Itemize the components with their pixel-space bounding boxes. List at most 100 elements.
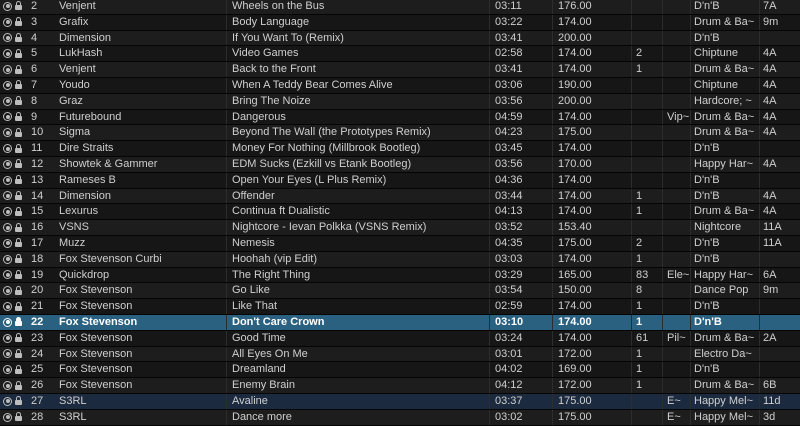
play-state-icon[interactable] bbox=[3, 1, 12, 11]
track-artist: Venjent bbox=[55, 62, 227, 77]
play-state-icon[interactable] bbox=[3, 33, 12, 43]
track-rating: 1 bbox=[632, 314, 663, 330]
track-key: 2A bbox=[763, 331, 777, 344]
track-key bbox=[760, 252, 800, 267]
play-state-icon[interactable] bbox=[3, 207, 12, 217]
track-row[interactable]: 8 Graz Bring The Noize 03:56 200.00 Hardcore;… bbox=[0, 93, 800, 110]
track-genre: Drum & Ba~ bbox=[691, 109, 760, 125]
track-status-cell bbox=[0, 46, 28, 61]
lock-icon bbox=[15, 317, 22, 327]
track-row[interactable]: 5 LukHash Video Games 02:58 174.00 2 Chiptune 4… bbox=[0, 46, 800, 63]
lock-icon bbox=[15, 348, 22, 358]
track-key: 9m bbox=[763, 284, 779, 297]
track-row[interactable]: 12 Showtek & Gammer EDM Sucks (Ezkill vs E… bbox=[0, 156, 800, 173]
track-status-icons bbox=[3, 31, 22, 46]
play-state-icon[interactable] bbox=[3, 17, 12, 27]
track-row[interactable]: 2 Venjent Wheels on the Bus 03:11 176.00 D'n'… bbox=[0, 0, 800, 15]
play-state-icon[interactable] bbox=[3, 270, 12, 280]
track-row[interactable]: 11 Dire Straits Money For Nothing (Millbro… bbox=[0, 141, 800, 157]
track-comment bbox=[663, 93, 691, 109]
track-artist: Venjent bbox=[55, 0, 227, 14]
track-status-icons bbox=[3, 157, 22, 172]
track-number: 11 bbox=[31, 142, 43, 155]
track-genre: D'n'B bbox=[691, 0, 760, 14]
play-state-icon[interactable] bbox=[3, 286, 12, 296]
track-number: 8 bbox=[31, 94, 38, 107]
track-number: 21 bbox=[31, 300, 44, 313]
track-row[interactable]: 3 Grafix Body Language 03:22 174.00 Drum & Ba… bbox=[0, 14, 800, 31]
track-row[interactable]: 18 Fox Stevenson Curbi Hoohah (vip Edit) 03… bbox=[0, 251, 800, 268]
track-row[interactable]: 6 Venjent Back to the Front 03:41 174.00 1 Dru… bbox=[0, 62, 800, 78]
lock-icon bbox=[15, 380, 22, 390]
play-state-icon[interactable] bbox=[3, 191, 12, 201]
track-row[interactable]: 4 Dimension If You Want To (Remix) 03:41 200… bbox=[0, 30, 800, 47]
track-row[interactable]: 16 VSNS Nightcore - Ievan Polkka (VSNS Rem… bbox=[0, 220, 800, 236]
track-length: 03:37 bbox=[490, 393, 553, 409]
track-row[interactable]: 19 Quickdrop The Right Thing 03:29 165.00 83 E… bbox=[0, 267, 800, 284]
track-title: Beyond The Wall (the Prototypes Remix) bbox=[227, 125, 490, 141]
play-state-icon[interactable] bbox=[3, 175, 12, 185]
track-row[interactable]: 13 Rameses B Open Your Eyes (L Plus Remix)… bbox=[0, 172, 800, 189]
play-state-icon[interactable] bbox=[3, 317, 12, 327]
play-state-icon[interactable] bbox=[3, 396, 12, 406]
play-state-icon[interactable] bbox=[3, 49, 12, 59]
track-rating bbox=[632, 125, 663, 141]
track-comment bbox=[663, 283, 691, 299]
track-rating: 1 bbox=[632, 251, 663, 267]
track-status-cell bbox=[0, 299, 28, 314]
track-status-cell bbox=[0, 268, 28, 283]
play-state-icon[interactable] bbox=[3, 128, 12, 138]
play-state-icon[interactable] bbox=[3, 96, 12, 106]
track-row[interactable]: 14 Dimension Offender 03:44 174.00 1 D'n'B 4A bbox=[0, 188, 800, 205]
track-rating: 1 bbox=[632, 62, 663, 77]
track-row[interactable]: 24 Fox Stevenson All Eyes On Me 03:01 172.00… bbox=[0, 346, 800, 363]
track-row[interactable]: 17 Muzz Nemesis 04:35 175.00 2 D'n'B 11A bbox=[0, 235, 800, 252]
track-genre: Chiptune bbox=[691, 77, 760, 93]
track-length: 03:56 bbox=[490, 156, 553, 172]
play-state-icon[interactable] bbox=[3, 381, 12, 391]
track-rating: 1 bbox=[632, 346, 663, 362]
play-state-icon[interactable] bbox=[3, 112, 12, 122]
track-number: 26 bbox=[31, 379, 44, 392]
track-key: 4A bbox=[763, 205, 777, 218]
play-state-icon[interactable] bbox=[3, 254, 12, 264]
track-artist: Fox Stevenson bbox=[55, 314, 227, 330]
track-title: Body Language bbox=[227, 14, 490, 30]
track-row[interactable]: 26 Fox Stevenson Enemy Brain 04:12 172.00 1 Dr… bbox=[0, 378, 800, 394]
track-status-cell bbox=[0, 0, 28, 14]
track-length: 03:01 bbox=[490, 346, 553, 362]
track-row[interactable]: 15 Lexurus Continua ft Dualistic 04:13 174.0… bbox=[0, 204, 800, 221]
track-artist: Quickdrop bbox=[55, 267, 227, 283]
track-rating: 1 bbox=[632, 378, 663, 393]
track-row[interactable]: 20 Fox Stevenson Go Like 03:54 150.00 8 Dance … bbox=[0, 283, 800, 300]
track-artist: Fox Stevenson bbox=[55, 378, 227, 393]
track-title: Dangerous bbox=[227, 109, 490, 125]
play-state-icon[interactable] bbox=[3, 223, 12, 233]
play-state-icon[interactable] bbox=[3, 365, 12, 375]
play-state-icon[interactable] bbox=[3, 144, 12, 154]
play-state-icon[interactable] bbox=[3, 65, 12, 75]
track-length: 03:29 bbox=[490, 267, 553, 283]
track-row[interactable]: 9 Futurebound Dangerous 04:59 174.00 Vip~ Drum… bbox=[0, 109, 800, 126]
play-state-icon[interactable] bbox=[3, 80, 12, 90]
track-artist: Rameses B bbox=[55, 172, 227, 188]
play-state-icon[interactable] bbox=[3, 349, 12, 359]
track-row[interactable]: 28 S3RL Dance more 03:02 175.00 E~ Happy Mel~ 3… bbox=[0, 409, 800, 426]
track-title: Go Like bbox=[227, 283, 490, 299]
track-artist: LukHash bbox=[55, 46, 227, 62]
play-state-icon[interactable] bbox=[3, 302, 12, 312]
track-row[interactable]: 21 Fox Stevenson Like That 02:59 174.00 1 D'n'… bbox=[0, 299, 800, 315]
track-row[interactable]: 7 Youdo When A Teddy Bear Comes Alive 03:06… bbox=[0, 77, 800, 94]
track-row[interactable]: 23 Fox Stevenson Good Time 03:24 174.00 61 Pil… bbox=[0, 330, 800, 347]
track-row[interactable]: 27 S3RL Avaline 03:37 175.00 E~ Happy Mel~ 11d bbox=[0, 393, 800, 410]
play-state-icon[interactable] bbox=[3, 159, 12, 169]
track-rating: 61 bbox=[632, 330, 663, 346]
play-state-icon[interactable] bbox=[3, 238, 12, 248]
track-row[interactable]: 25 Fox Stevenson Dreamland 04:02 169.00 1 D'n'… bbox=[0, 362, 800, 379]
track-row-selected[interactable]: 22 Fox Stevenson Don't Care Crown 03:10 174.… bbox=[0, 314, 800, 331]
play-state-icon[interactable] bbox=[3, 412, 12, 422]
track-row[interactable]: 10 Sigma Beyond The Wall (the Prototypes R… bbox=[0, 125, 800, 142]
play-state-icon[interactable] bbox=[3, 333, 12, 343]
track-status-icons bbox=[3, 78, 22, 93]
track-key: 11A bbox=[763, 236, 782, 249]
